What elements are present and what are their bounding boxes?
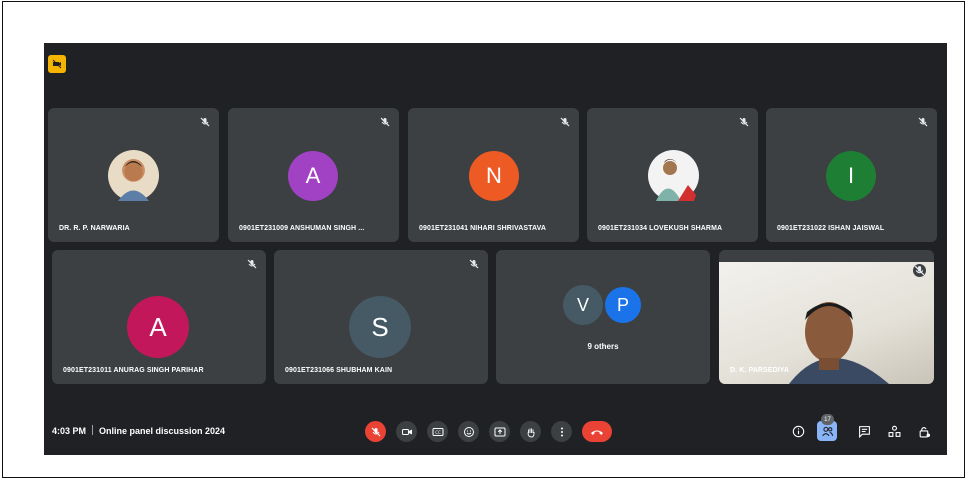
others-avatar-p: P — [603, 285, 643, 325]
mic-off-icon — [246, 258, 258, 270]
participant-tile[interactable]: D. K. PARSEDIYA — [719, 250, 934, 384]
meeting-details-button[interactable] — [788, 421, 808, 441]
participant-initial-avatar: A — [288, 151, 338, 201]
participant-tile[interactable]: DR. R. P. NARWARIA — [48, 108, 219, 242]
participant-initial-avatar: N — [469, 151, 519, 201]
present-screen-button[interactable] — [489, 421, 510, 442]
participant-tile[interactable]: S 0901ET231066 SHUBHAM KAIN — [274, 250, 488, 384]
participant-photo-avatar — [648, 150, 699, 201]
participant-photo-avatar — [108, 150, 159, 201]
participant-initial-avatar: I — [826, 151, 876, 201]
more-options-button[interactable] — [551, 421, 572, 442]
control-bar: 4:03 PM Online panel discussion 2024 CC — [44, 409, 947, 455]
activities-button[interactable] — [884, 421, 904, 441]
participant-name: DR. R. P. NARWARIA — [59, 225, 130, 232]
participant-name: 0901ET231009 ANSHUMAN SINGH ... — [239, 225, 365, 232]
participant-tile[interactable]: A 0901ET231011 ANURAG SINGH PARIHAR — [52, 250, 266, 384]
participant-count-badge: 17 — [821, 414, 834, 425]
others-count: 9 others — [587, 342, 619, 351]
mic-off-icon — [559, 116, 571, 128]
mic-off-icon — [379, 116, 391, 128]
others-avatar-v: V — [563, 285, 603, 325]
mic-off-icon — [468, 258, 480, 270]
participant-name: 0901ET231066 SHUBHAM KAIN — [285, 367, 393, 374]
svg-text:CC: CC — [435, 430, 441, 435]
participant-tile[interactable]: I 0901ET231022 ISHAN JAISWAL — [766, 108, 937, 242]
participant-name: 0901ET231011 ANURAG SINGH PARIHAR — [63, 367, 204, 374]
chat-button[interactable] — [854, 421, 874, 441]
host-controls-button[interactable] — [914, 421, 934, 441]
mic-off-icon — [917, 116, 929, 128]
participant-initial-avatar: A — [127, 296, 189, 358]
participant-tile[interactable]: A 0901ET231009 ANSHUMAN SINGH ... — [228, 108, 399, 242]
mic-off-icon — [199, 116, 211, 128]
meeting-info: 4:03 PM Online panel discussion 2024 — [52, 425, 225, 436]
people-button[interactable]: 17 — [817, 414, 837, 441]
leave-call-button[interactable] — [582, 421, 612, 442]
captions-button[interactable]: CC — [427, 421, 448, 442]
others-tile[interactable]: V P 9 others — [496, 250, 710, 384]
camera-toggle-button[interactable] — [396, 421, 417, 442]
participant-video-feed — [719, 262, 934, 384]
mic-off-icon — [738, 116, 750, 128]
meeting-title: Online panel discussion 2024 — [99, 426, 226, 436]
emoji-reaction-button[interactable] — [458, 421, 479, 442]
participant-tile[interactable]: N 0901ET231041 NIHARI SHRIVASTAVA — [408, 108, 579, 242]
participant-name: 0901ET231034 LOVEKUSH SHARMA — [598, 225, 723, 232]
participant-name: 0901ET231041 NIHARI SHRIVASTAVA — [419, 225, 547, 232]
participant-name: 0901ET231022 ISHAN JAISWAL — [777, 225, 885, 232]
meeting-time: 4:03 PM — [52, 426, 87, 436]
mic-toggle-button[interactable] — [365, 421, 386, 442]
divider — [92, 425, 94, 435]
mic-off-icon — [913, 264, 926, 277]
participant-initial-avatar: S — [349, 296, 411, 358]
participant-tile[interactable]: 0901ET231034 LOVEKUSH SHARMA — [587, 108, 758, 242]
participant-name: D. K. PARSEDIYA — [730, 367, 790, 374]
camera-off-badge-icon — [48, 55, 66, 73]
raise-hand-button[interactable] — [520, 421, 541, 442]
meet-window: DR. R. P. NARWARIA A 0901ET231009 ANSHUM… — [44, 43, 947, 455]
